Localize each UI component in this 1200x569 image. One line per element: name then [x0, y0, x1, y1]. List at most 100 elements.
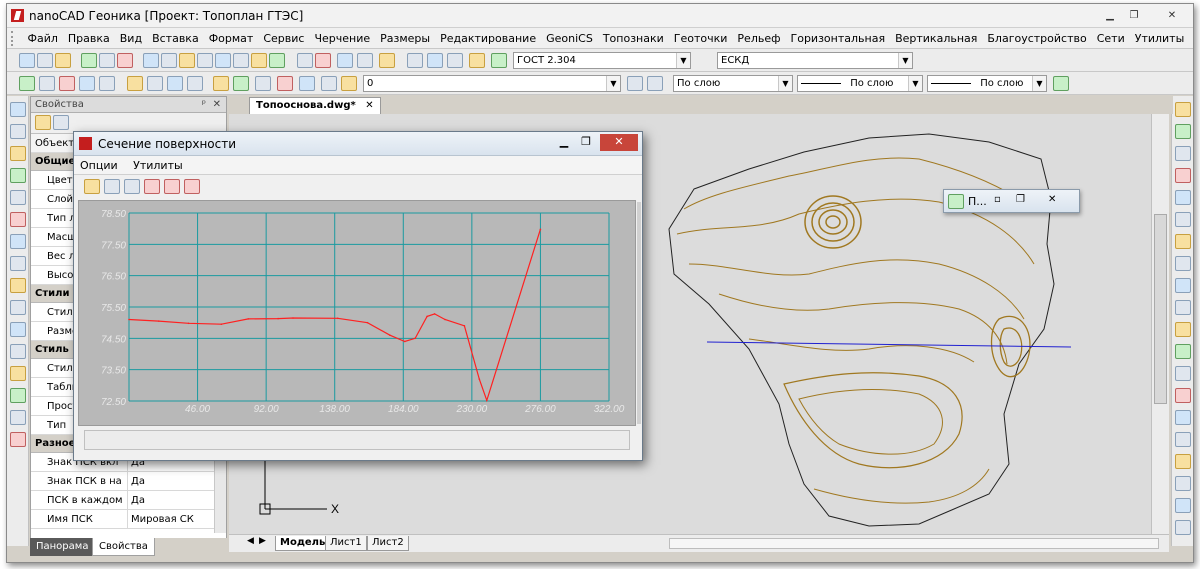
chevron-down-icon[interactable]: ▼ [676, 53, 690, 68]
menu-utilities[interactable]: Утилиты [127, 156, 189, 175]
region-icon[interactable] [10, 366, 26, 381]
layer-match-icon[interactable] [647, 76, 663, 91]
menu-item[interactable]: Правка [63, 28, 115, 49]
cross-marker-icon[interactable] [144, 179, 160, 194]
zoom-previous-icon[interactable] [297, 53, 313, 68]
scroll-thumb[interactable] [1154, 214, 1167, 404]
lineweight-select[interactable]: По слою ▼ [927, 75, 1047, 92]
tab-sheet1[interactable]: Лист1 [325, 536, 367, 551]
stretch-icon[interactable] [1175, 278, 1191, 293]
property-row[interactable]: Знак ПСК в на... Да [31, 472, 226, 491]
extend-icon[interactable] [1175, 322, 1191, 337]
print-icon[interactable] [81, 53, 97, 68]
menu-item[interactable]: Редактирование [435, 28, 541, 49]
layer-prev-icon[interactable] [627, 76, 643, 91]
property-value[interactable]: Да [127, 472, 145, 490]
preview-icon[interactable] [99, 53, 115, 68]
chevron-down-icon[interactable]: ▼ [898, 53, 912, 68]
tab-model[interactable]: Модель [275, 536, 331, 551]
save-icon[interactable] [55, 53, 71, 68]
menu-item[interactable]: Геоточки [669, 28, 733, 49]
text-style-icon[interactable] [407, 53, 423, 68]
snap-icon[interactable] [59, 76, 75, 91]
fillet-icon[interactable] [1175, 410, 1191, 425]
menu-item[interactable]: GeoniCS [541, 28, 598, 49]
fill-icon[interactable] [1175, 454, 1191, 469]
spline-icon[interactable] [10, 256, 26, 271]
polar-icon[interactable] [99, 76, 115, 91]
close-icon[interactable]: ✕ [365, 100, 373, 111]
property-row[interactable]: ПСК в каждом ... Да [31, 491, 226, 510]
close-button[interactable]: ✕ [1155, 8, 1189, 24]
dimension-icon[interactable] [341, 76, 357, 91]
cloud-icon[interactable] [10, 234, 26, 249]
menu-item[interactable]: Сети [1092, 28, 1130, 49]
menu-item[interactable]: Черчение [309, 28, 375, 49]
linetype-select[interactable]: По слою ▼ [797, 75, 923, 92]
layer-select[interactable]: 0 ▼ [363, 75, 621, 92]
new-icon[interactable] [19, 53, 35, 68]
layer-manager-icon[interactable] [213, 76, 229, 91]
close-button[interactable]: ✕ [1048, 194, 1056, 205]
menu-item[interactable]: Файл [23, 28, 63, 49]
color-select[interactable]: По слою ▼ [673, 75, 793, 92]
close-icon[interactable]: ✕ [213, 97, 221, 113]
erase-icon[interactable] [1175, 102, 1191, 117]
ellipse-icon[interactable] [10, 278, 26, 293]
lock-icon[interactable] [1175, 520, 1191, 535]
sun-icon[interactable] [277, 76, 293, 91]
minimize-button[interactable]: ▁ [554, 135, 574, 148]
menu-item[interactable]: Вертикальная [890, 28, 982, 49]
osnap-icon[interactable] [127, 76, 143, 91]
hatch-icon[interactable] [10, 344, 26, 359]
help-icon[interactable] [379, 53, 395, 68]
export-icon[interactable] [104, 179, 120, 194]
menu-item[interactable]: Размеры [375, 28, 435, 49]
toolbar-grip-icon[interactable] [11, 31, 17, 46]
dim-style-select[interactable]: ЕСКД ▼ [717, 52, 913, 69]
open-icon[interactable] [447, 53, 463, 68]
join-icon[interactable] [1175, 366, 1191, 381]
rectangle-icon[interactable] [10, 168, 26, 183]
menu-item[interactable]: Сервис [258, 28, 309, 49]
undo-icon[interactable] [197, 53, 213, 68]
profile-icon[interactable] [184, 179, 200, 194]
mirror-icon[interactable] [1175, 146, 1191, 161]
menu-item[interactable]: Вид [115, 28, 147, 49]
text-icon[interactable] [10, 410, 26, 425]
trim-icon[interactable] [1175, 300, 1191, 315]
select-objects-icon[interactable] [35, 115, 51, 130]
copy-icon[interactable] [124, 179, 140, 194]
plot-style-icon[interactable] [1053, 76, 1069, 91]
minimize-button[interactable]: ▁ [1099, 8, 1121, 24]
layer-icon[interactable] [1175, 498, 1191, 513]
menu-item[interactable]: Благоустройство [982, 28, 1091, 49]
tab-document[interactable]: Топооснова.dwg* ✕ [249, 97, 381, 114]
tab-properties[interactable]: Свойства [92, 538, 155, 556]
lock-icon[interactable] [299, 76, 315, 91]
menu-item[interactable]: Вставка [147, 28, 204, 49]
properties-icon[interactable] [1175, 476, 1191, 491]
rotate-icon[interactable] [1175, 234, 1191, 249]
quick-select-icon[interactable] [53, 115, 69, 130]
open-icon[interactable] [37, 53, 53, 68]
lightbulb-icon[interactable] [255, 76, 271, 91]
paste-icon[interactable] [161, 53, 177, 68]
cut-icon[interactable] [117, 53, 133, 68]
break-icon[interactable] [1175, 344, 1191, 359]
vertical-scrollbar[interactable] [1151, 114, 1169, 534]
chevron-down-icon[interactable]: ▼ [908, 76, 922, 91]
ortho-icon[interactable] [79, 76, 95, 91]
close-button[interactable]: ✕ [600, 134, 638, 151]
tab-panorama[interactable]: Панорама [30, 538, 95, 556]
move-icon[interactable] [1175, 212, 1191, 227]
arc-icon[interactable] [10, 190, 26, 205]
property-row[interactable]: Имя ПСК Мировая СК [31, 510, 226, 529]
ucs-icon[interactable] [39, 76, 55, 91]
distance-icon[interactable] [337, 53, 353, 68]
dimension-icon[interactable] [19, 76, 35, 91]
chevron-down-icon[interactable]: ▼ [778, 76, 792, 91]
menu-item[interactable]: Растр [1189, 28, 1193, 49]
chamfer-icon[interactable] [1175, 388, 1191, 403]
table-icon[interactable] [10, 388, 26, 403]
